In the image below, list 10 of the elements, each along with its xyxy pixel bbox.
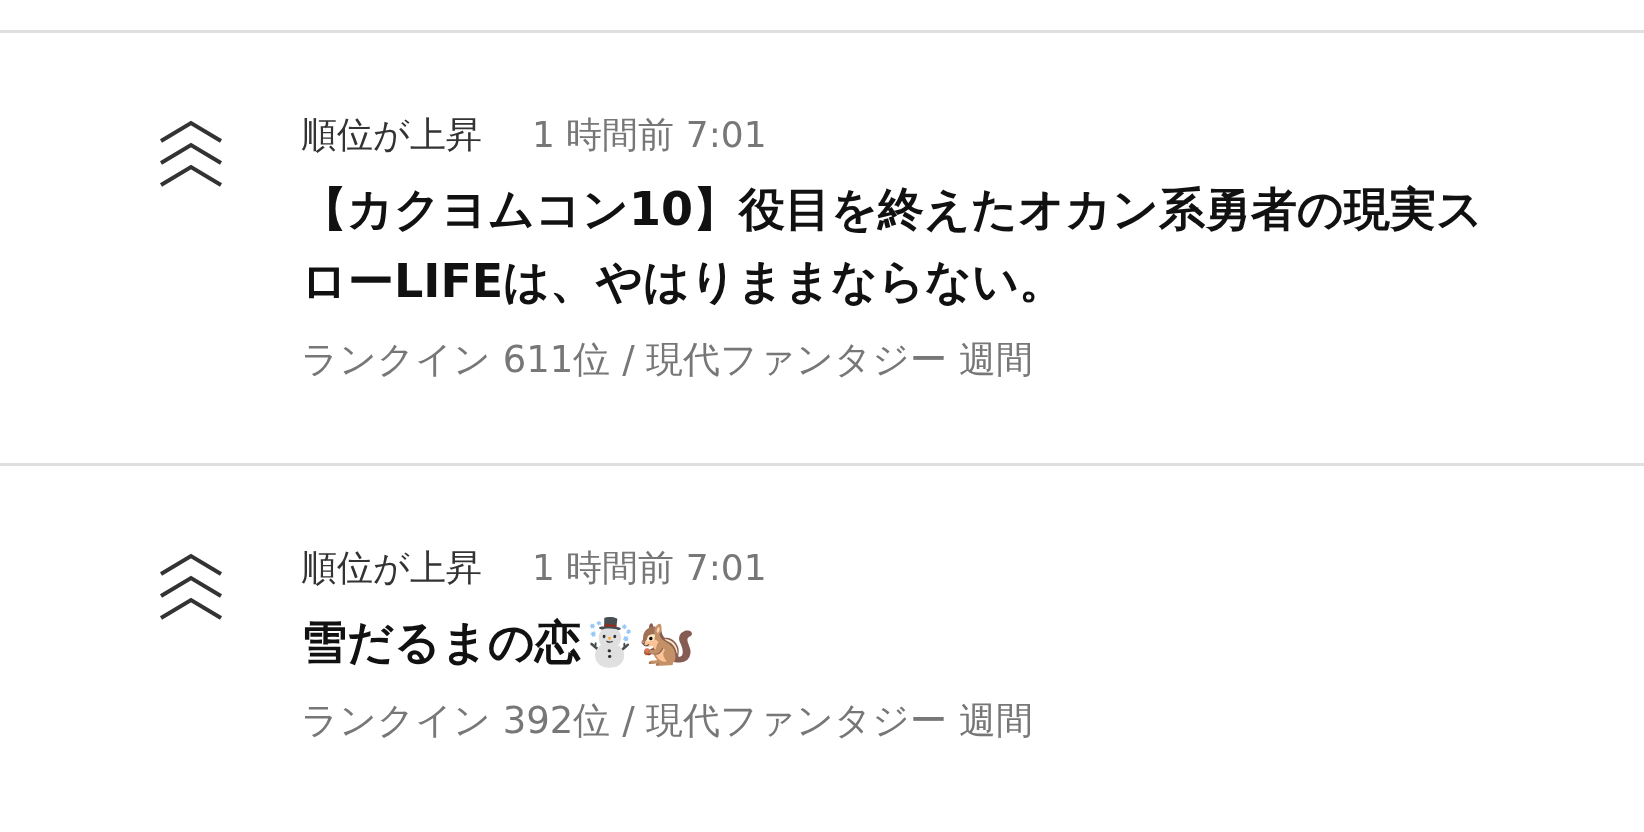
work-title[interactable]: 【カクヨムコン10】役目を終えたオカン系勇者の現実スローLIFEは、やはりままならない。 <box>301 173 1494 317</box>
work-title[interactable]: 雪だるまの恋☃🐿 <box>301 606 1494 678</box>
ranking-detail: ランクイン 392位 / 現代ファンタジー 週間 <box>301 698 1035 744</box>
notification-type: 順位が上昇 <box>301 113 482 157</box>
notification-time: 1 時間前 7:01 <box>532 546 767 590</box>
rank-up-icon <box>159 552 223 622</box>
notification-type: 順位が上昇 <box>301 546 482 590</box>
rank-up-icon <box>159 119 223 189</box>
notification-time: 1 時間前 7:01 <box>532 113 767 157</box>
ranking-detail: ランクイン 611位 / 現代ファンタジー 週間 <box>301 337 1035 383</box>
